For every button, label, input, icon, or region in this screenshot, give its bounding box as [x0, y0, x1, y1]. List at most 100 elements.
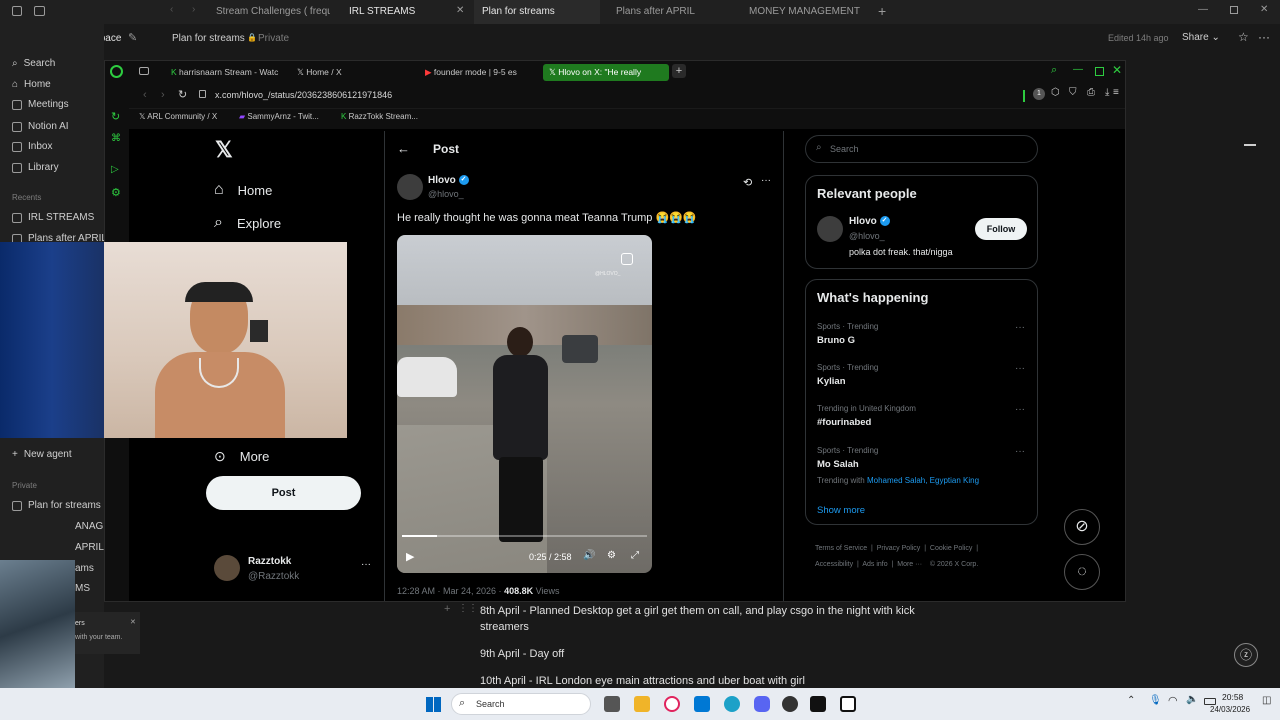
follow-button[interactable]: Follow: [975, 218, 1027, 240]
plan-line-9th-april[interactable]: 9th April - Day off: [480, 646, 920, 662]
clock-date[interactable]: 24/03/2026: [1210, 705, 1250, 714]
fullscreen-icon[interactable]: ⤢: [631, 550, 639, 561]
trend-menu-icon[interactable]: ···: [1015, 363, 1025, 374]
post-menu-icon[interactable]: ···: [761, 175, 771, 186]
new-page-icon[interactable]: ✎: [128, 31, 137, 44]
trend-menu-icon[interactable]: ···: [1015, 446, 1025, 457]
footer-link[interactable]: Terms of Service: [815, 545, 867, 552]
maximize-icon[interactable]: [1095, 67, 1104, 76]
share-button[interactable]: Share ⌄: [1182, 32, 1220, 43]
plan-line-10th-april[interactable]: 10th April - IRL London eye main attract…: [480, 673, 920, 689]
back-arrow-icon[interactable]: ‹: [170, 4, 173, 15]
notion-ai-face-icon[interactable]: ⓩ: [1234, 643, 1258, 667]
windows-start-icon[interactable]: [426, 697, 441, 712]
video-player[interactable]: @HLOVO_ ▶ 0:25 / 2:58 🔊 ⚙ ⤢: [397, 235, 652, 573]
search-input[interactable]: ⌕ Search: [805, 135, 1038, 163]
volume-icon[interactable]: 🔈: [1186, 694, 1198, 705]
minimize-icon[interactable]: —: [1073, 64, 1083, 75]
author-name[interactable]: Hlovo ✓: [428, 175, 469, 186]
bookmark-razztokk[interactable]: K RazzTokk Stream...: [341, 112, 418, 121]
app-icon[interactable]: [782, 696, 798, 712]
url-field[interactable]: x.com/hlovo_/status/2036238606121971846: [215, 90, 392, 100]
nav-explore[interactable]: ⌕ Explore: [214, 214, 281, 232]
avatar[interactable]: [397, 174, 423, 200]
trend-menu-icon[interactable]: ···: [1015, 322, 1025, 333]
tab-money-management[interactable]: MONEY MANAGEMENT: [741, 0, 867, 24]
tab-irl-streams[interactable]: IRL STREAMS: [341, 0, 441, 24]
trend-menu-icon[interactable]: ···: [1015, 404, 1025, 415]
new-tab-icon[interactable]: +: [672, 64, 686, 78]
store-icon[interactable]: [694, 696, 710, 712]
video-settings-icon[interactable]: ⚙: [607, 550, 616, 561]
private-item-partial[interactable]: MS: [75, 583, 90, 594]
settings-icon[interactable]: ⚙: [111, 186, 121, 199]
browser-tab-harrisnaarn[interactable]: K harrisnaarn Stream - Watc: [165, 64, 285, 81]
layout-icon[interactable]: [34, 6, 45, 16]
footer-link[interactable]: More ···: [897, 561, 922, 568]
sidebar-item-meetings[interactable]: Meetings: [12, 99, 69, 110]
sidebar-item-search[interactable]: ⌕ Search: [12, 58, 55, 69]
page-title[interactable]: Plan for streams: [172, 33, 245, 44]
notion-icon[interactable]: [840, 696, 856, 712]
battery-icon[interactable]: [1204, 698, 1216, 705]
back-arrow-icon[interactable]: ←: [397, 141, 410, 156]
footer-link[interactable]: Cookie Policy: [930, 545, 972, 552]
block-drag-handle-icon[interactable]: ⋮⋮: [458, 603, 478, 614]
forward-arrow-icon[interactable]: ›: [161, 89, 165, 101]
rel-name[interactable]: Hlovo ✓: [849, 216, 890, 227]
nav-home[interactable]: ⌂ Home: [214, 181, 272, 199]
wallet-icon[interactable]: ⎙: [1087, 87, 1095, 98]
avatar[interactable]: [817, 216, 843, 242]
avatar[interactable]: [214, 555, 240, 581]
tab-plan-for-streams[interactable]: Plan for streams: [474, 0, 600, 24]
x-logo-icon[interactable]: 𝕏: [215, 137, 233, 163]
wifi-icon[interactable]: ◠: [1168, 694, 1178, 707]
footer-link[interactable]: Accessibility: [815, 561, 853, 568]
account-menu-icon[interactable]: ···: [361, 559, 371, 570]
tab-stream-challenges[interactable]: Stream Challenges ( frequent: [208, 0, 330, 24]
download-icon[interactable]: ⤓: [1105, 87, 1109, 98]
more-icon[interactable]: ···: [1258, 30, 1270, 44]
sidebar-item-library[interactable]: Library: [12, 162, 59, 173]
volume-icon[interactable]: 🔊: [583, 550, 595, 561]
browser-tab-founder-mode[interactable]: ▶ founder mode | 9-5 es: [419, 64, 539, 81]
discord-icon[interactable]: [754, 696, 770, 712]
menu-icon[interactable]: ≡: [1113, 87, 1119, 98]
sidebar-item-home[interactable]: ⌂ Home: [12, 79, 51, 90]
app-icon[interactable]: [810, 696, 826, 712]
opera-gx-icon[interactable]: [664, 696, 680, 712]
forward-arrow-icon[interactable]: ›: [192, 4, 195, 15]
close-icon[interactable]: ✕: [1112, 63, 1122, 77]
shield-icon[interactable]: ⛉: [1069, 87, 1077, 98]
close-icon[interactable]: ✕: [130, 618, 136, 626]
tab-close-icon[interactable]: ✕: [456, 5, 464, 16]
back-arrow-icon[interactable]: ‹: [143, 89, 147, 101]
mic-icon[interactable]: 🎙: [1149, 695, 1162, 706]
video-progress-track[interactable]: [402, 535, 647, 537]
plan-line-8th-april[interactable]: 8th April - Planned Desktop get a girl g…: [480, 603, 920, 635]
browser-tab-hlovo[interactable]: 𝕏 Hlovo on X: "He really: [543, 64, 669, 81]
trend-item[interactable]: Sports · Trending Mo Salah Trending with …: [817, 446, 979, 485]
bookmark-arl-community[interactable]: 𝕏 ARL Community / X: [139, 112, 217, 121]
star-icon[interactable]: ☆: [1238, 30, 1249, 44]
reload-icon[interactable]: ↻: [178, 88, 187, 101]
player-icon[interactable]: ▷: [111, 164, 119, 175]
privacy-label[interactable]: Private: [258, 33, 289, 44]
sidebar-item-inbox[interactable]: Inbox: [12, 141, 52, 152]
taskbar-search[interactable]: ⌕ Search: [451, 693, 591, 715]
sidebar-toggle-icon[interactable]: [12, 6, 22, 16]
messages-float-button[interactable]: ◌: [1064, 554, 1100, 590]
footer-link[interactable]: Ads info: [862, 561, 887, 568]
flow-icon[interactable]: ⌘: [111, 133, 121, 144]
minimize-icon[interactable]: —: [1198, 4, 1208, 15]
private-item-partial[interactable]: APRIL: [75, 542, 104, 553]
new-agent-button[interactable]: + New agent: [12, 449, 72, 460]
extension-badge-icon[interactable]: 1: [1033, 88, 1045, 100]
grok-icon[interactable]: ⟲: [743, 176, 752, 189]
bookmark-sammyarnz[interactable]: ▰ SammyArnz - Twit...: [239, 112, 319, 121]
trend-item[interactable]: Sports · Trending Kylian: [817, 363, 878, 387]
private-item-plan-for-streams[interactable]: Plan for streams: [12, 500, 101, 511]
notification-icon[interactable]: ◫: [1262, 695, 1271, 706]
block-add-icon[interactable]: +: [444, 603, 450, 615]
opera-logo-icon[interactable]: [110, 65, 123, 78]
